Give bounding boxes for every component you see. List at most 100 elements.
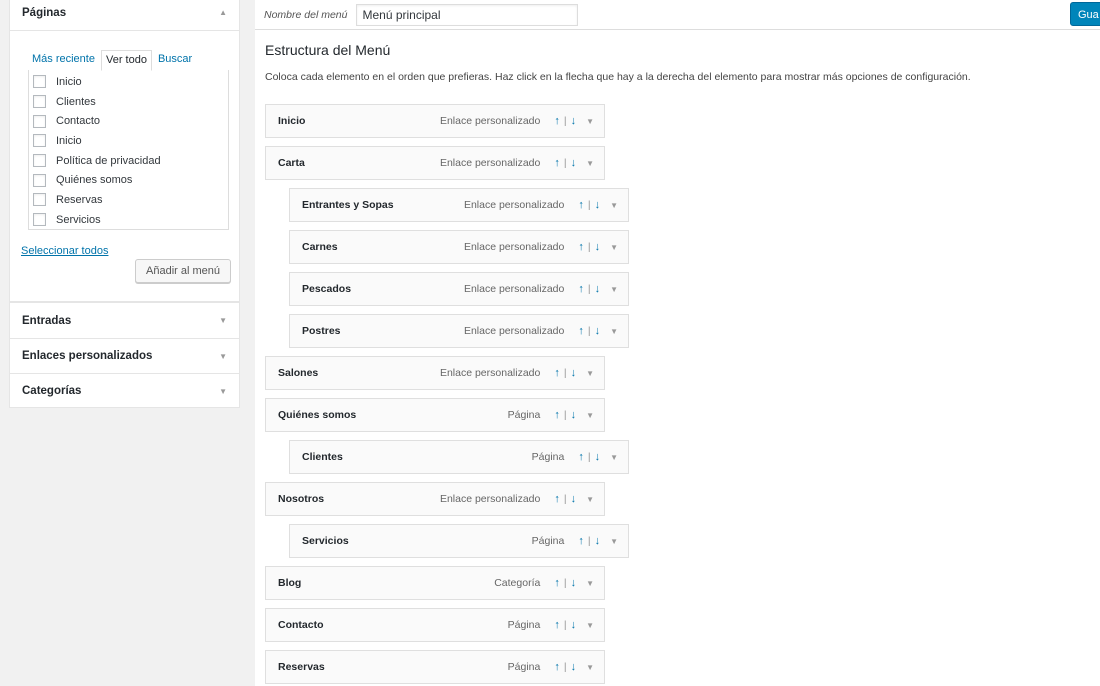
menu-item[interactable]: Blog Categoría ↑ | ↓ ▼: [265, 566, 605, 600]
checkbox[interactable]: [33, 193, 46, 207]
menu-item-controls: Página ↑ | ↓ ▼: [532, 451, 618, 463]
menu-item[interactable]: Carnes Enlace personalizado ↑ | ↓ ▼: [289, 230, 629, 264]
move-down-icon[interactable]: ↓: [571, 115, 577, 127]
add-to-menu-button[interactable]: Añadir al menú: [135, 259, 231, 283]
expand-toggle-icon[interactable]: ▼: [586, 117, 594, 126]
menu-item[interactable]: Pescados Enlace personalizado ↑ | ↓ ▼: [289, 272, 629, 306]
menu-item-type: Enlace personalizado: [463, 325, 565, 337]
menu-item[interactable]: Nosotros Enlace personalizado ↑ | ↓ ▼: [265, 482, 605, 516]
page-checkbox-item[interactable]: Inicio: [29, 72, 228, 92]
menu-item[interactable]: Quiénes somos Página ↑ | ↓ ▼: [265, 398, 605, 432]
menu-item[interactable]: Postres Enlace personalizado ↑ | ↓ ▼: [289, 314, 629, 348]
move-up-icon[interactable]: ↑: [554, 619, 560, 631]
move-down-icon[interactable]: ↓: [595, 199, 601, 211]
expand-toggle-icon[interactable]: ▼: [586, 369, 594, 378]
move-up-icon[interactable]: ↑: [554, 409, 560, 421]
section-label: Enlaces personalizados: [22, 350, 153, 362]
menu-item[interactable]: Servicios Página ↑ | ↓ ▼: [289, 524, 629, 558]
move-up-icon[interactable]: ↑: [578, 535, 584, 547]
separator: |: [563, 409, 567, 421]
menu-item-title: Servicios: [302, 535, 349, 547]
checkbox[interactable]: [33, 134, 46, 148]
expand-toggle-icon[interactable]: ▼: [586, 495, 594, 504]
expand-toggle-icon[interactable]: ▼: [610, 453, 618, 462]
select-all-link[interactable]: Seleccionar todos: [21, 245, 108, 257]
page-checkbox-item[interactable]: Quiénes somos: [29, 170, 228, 190]
move-down-icon[interactable]: ↓: [595, 241, 601, 253]
expand-toggle-icon[interactable]: ▼: [586, 579, 594, 588]
menu-item[interactable]: Entrantes y Sopas Enlace personalizado ↑ | ↓…: [289, 188, 629, 222]
checkbox[interactable]: [33, 75, 46, 89]
separator: |: [587, 241, 591, 253]
expand-toggle-icon[interactable]: ▼: [586, 663, 594, 672]
checkbox[interactable]: [33, 154, 46, 168]
expand-toggle-icon[interactable]: ▼: [586, 159, 594, 168]
move-down-icon[interactable]: ↓: [571, 409, 577, 421]
move-up-icon[interactable]: ↑: [554, 577, 560, 589]
checkbox[interactable]: [33, 173, 46, 187]
section-categories[interactable]: Categorías ▼: [10, 373, 239, 408]
move-down-icon[interactable]: ↓: [571, 619, 577, 631]
menu-item[interactable]: Clientes Página ↑ | ↓ ▼: [289, 440, 629, 474]
move-up-icon[interactable]: ↑: [554, 493, 560, 505]
move-down-icon[interactable]: ↓: [571, 157, 577, 169]
menu-header: Nombre del menú Gua: [255, 0, 1100, 30]
section-custom-links[interactable]: Enlaces personalizados ▼: [10, 338, 239, 373]
pages-panel-header[interactable]: Páginas ▲: [10, 0, 239, 31]
move-down-icon[interactable]: ↓: [571, 367, 577, 379]
tab-most-recent[interactable]: Más reciente: [28, 50, 99, 71]
menu-item[interactable]: Inicio Enlace personalizado ↑ | ↓ ▼: [265, 104, 605, 138]
collapse-up-icon[interactable]: ▲: [219, 8, 227, 17]
page-checkbox-item[interactable]: Reservas: [29, 190, 228, 210]
move-up-icon[interactable]: ↑: [578, 241, 584, 253]
tab-search[interactable]: Buscar: [154, 50, 196, 71]
menu-item-title: Nosotros: [278, 493, 325, 505]
move-down-icon[interactable]: ↓: [595, 535, 601, 547]
menu-item[interactable]: Contacto Página ↑ | ↓ ▼: [265, 608, 605, 642]
move-up-icon[interactable]: ↑: [578, 451, 584, 463]
move-up-icon[interactable]: ↑: [578, 325, 584, 337]
move-down-icon[interactable]: ↓: [571, 493, 577, 505]
menu-item-type: Enlace personalizado: [439, 115, 541, 127]
page-checkbox-item[interactable]: Política de privacidad: [29, 151, 228, 171]
move-down-icon[interactable]: ↓: [595, 451, 601, 463]
section-entradas[interactable]: Entradas ▼: [10, 303, 239, 338]
expand-down-icon: ▼: [219, 351, 227, 361]
menu-item-title: Contacto: [278, 619, 324, 631]
move-down-icon[interactable]: ↓: [571, 661, 577, 673]
page-checkbox-item[interactable]: Clientes: [29, 92, 228, 112]
checkbox[interactable]: [33, 95, 46, 109]
separator: |: [587, 325, 591, 337]
page-checkbox-item[interactable]: Contacto: [29, 111, 228, 131]
move-up-icon[interactable]: ↑: [578, 283, 584, 295]
separator: |: [587, 535, 591, 547]
expand-toggle-icon[interactable]: ▼: [586, 411, 594, 420]
page-checkbox-item[interactable]: Servicios: [29, 210, 228, 230]
menu-item[interactable]: Carta Enlace personalizado ↑ | ↓ ▼: [265, 146, 605, 180]
menu-name-input[interactable]: [356, 3, 579, 26]
move-up-icon[interactable]: ↑: [554, 115, 560, 127]
expand-toggle-icon[interactable]: ▼: [610, 285, 618, 294]
move-up-icon[interactable]: ↑: [578, 199, 584, 211]
menu-item[interactable]: Salones Enlace personalizado ↑ | ↓ ▼: [265, 356, 605, 390]
move-down-icon[interactable]: ↓: [571, 577, 577, 589]
checkbox[interactable]: [33, 114, 46, 128]
move-up-icon[interactable]: ↑: [554, 367, 560, 379]
checkbox[interactable]: [33, 213, 46, 227]
expand-toggle-icon[interactable]: ▼: [610, 243, 618, 252]
expand-toggle-icon[interactable]: ▼: [610, 537, 618, 546]
move-down-icon[interactable]: ↓: [595, 325, 601, 337]
expand-toggle-icon[interactable]: ▼: [610, 201, 618, 210]
save-menu-button[interactable]: Gua: [1070, 2, 1100, 26]
move-up-icon[interactable]: ↑: [554, 157, 560, 169]
tab-view-all[interactable]: Ver todo: [100, 50, 152, 71]
menu-item-controls: Página ↑ | ↓ ▼: [508, 409, 594, 421]
page-checkbox-item[interactable]: Inicio: [29, 131, 228, 151]
expand-toggle-icon[interactable]: ▼: [610, 327, 618, 336]
expand-toggle-icon[interactable]: ▼: [586, 621, 594, 630]
separator: |: [563, 115, 567, 127]
move-up-icon[interactable]: ↑: [554, 661, 560, 673]
menu-item[interactable]: Reservas Página ↑ | ↓ ▼: [265, 650, 605, 684]
menu-item-type: Página: [507, 409, 541, 421]
move-down-icon[interactable]: ↓: [595, 283, 601, 295]
